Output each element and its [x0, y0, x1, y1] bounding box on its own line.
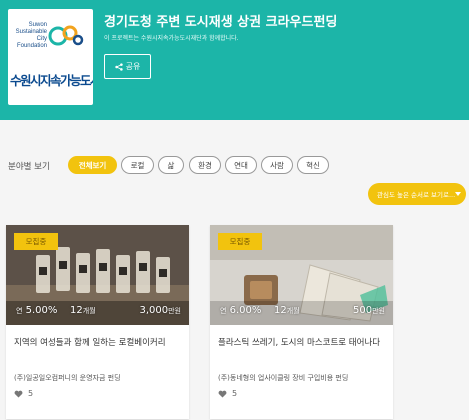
filter-chip-innovation[interactable]: 혁신 — [297, 156, 329, 174]
project-image: 모집중 연 5.00% 12개월 3,000만원 — [6, 225, 189, 325]
chevron-down-icon — [455, 192, 462, 196]
project-card[interactable]: 모집중 연 6.00% 12개월 500만원 플라스틱 쓰레기, 도시의 마스코… — [210, 225, 393, 419]
target-amount: 3,000만원 — [139, 305, 181, 316]
share-icon — [114, 62, 123, 71]
rate-prefix: 연 — [220, 307, 227, 315]
heart-icon — [218, 390, 227, 398]
project-title[interactable]: 플라스틱 쓰레기, 도시의 마스코트로 태어나다 — [218, 336, 383, 350]
interest-rate: 연 5.00% — [16, 305, 57, 316]
filter-chip-all[interactable]: 전체보기 — [68, 156, 117, 174]
project-card[interactable]: 모집중 연 5.00% 12개월 3,000만원 지역의 여성들과 함께 일하는… — [6, 225, 189, 419]
project-subtitle: (주)일공일오컴퍼니의 운영자금 펀딩 — [14, 374, 121, 382]
share-label: 공유 — [125, 62, 141, 71]
filter-chip-solidarity[interactable]: 연대 — [225, 156, 257, 174]
interest-rate: 연 6.00% — [220, 305, 261, 316]
logo-en-line: Sustainable — [15, 29, 47, 35]
filter-label: 분야별 보기 — [8, 162, 50, 172]
rate-prefix: 연 — [16, 307, 23, 315]
logo-en-line: Suwon — [28, 22, 47, 28]
project-stats: 연 6.00% 12개월 500만원 — [210, 301, 393, 325]
logo-english-text: Suwon Sustainable City Foundation — [13, 22, 47, 50]
sort-dropdown-label: 관심도 높은 순서로 보기로... — [377, 191, 456, 199]
foundation-logo: Suwon Sustainable City Foundation 수원시지속가… — [8, 9, 93, 105]
like-button[interactable]: 5 — [14, 389, 33, 398]
term-unit: 개월 — [82, 307, 96, 315]
funding-term: 12개월 — [70, 305, 96, 316]
project-title[interactable]: 지역의 여성들과 함께 일하는 로컬베이커리 — [14, 336, 179, 350]
filter-chip-environment[interactable]: 환경 — [189, 156, 221, 174]
amount-value: 500 — [353, 305, 373, 316]
status-badge: 모집중 — [14, 233, 58, 250]
rate-value: 6.00% — [229, 305, 262, 316]
logo-rings-icon — [48, 25, 84, 46]
status-badge: 모집중 — [218, 233, 262, 250]
project-image: 모집중 연 6.00% 12개월 500만원 — [210, 225, 393, 325]
like-count: 5 — [232, 389, 238, 398]
logo-en-line: City Foundation — [16, 36, 47, 49]
amount-value: 3,000 — [139, 305, 169, 316]
like-count: 5 — [28, 389, 34, 398]
filter-chip-life[interactable]: 삶 — [158, 156, 184, 174]
project-stats: 연 5.00% 12개월 3,000만원 — [6, 301, 189, 325]
heart-icon — [14, 390, 23, 398]
amount-unit: 만원 — [372, 307, 385, 315]
rate-value: 5.00% — [25, 305, 58, 316]
share-button[interactable]: 공유 — [104, 54, 151, 79]
page-title: 경기도청 주변 도시재생 상권 크라우드펀딩 — [104, 15, 338, 30]
filter-chip-local[interactable]: 로컬 — [121, 156, 154, 174]
page-subtitle: 이 프로젝트는 수원시지속가능도시재단과 함께합니다. — [104, 35, 239, 42]
project-subtitle: (주)동네형의 업사이클링 장비 구입비용 펀딩 — [218, 374, 349, 382]
term-value: 12 — [70, 305, 83, 316]
sort-dropdown[interactable]: 관심도 높은 순서로 보기로... — [368, 183, 466, 205]
term-value: 12 — [274, 305, 287, 316]
logo-korean-text: 수원시지속가능도시재단 — [10, 73, 93, 88]
amount-unit: 만원 — [168, 307, 181, 315]
term-unit: 개월 — [286, 307, 300, 315]
target-amount: 500만원 — [353, 305, 385, 316]
filter-chip-people[interactable]: 사람 — [261, 156, 293, 174]
funding-term: 12개월 — [274, 305, 300, 316]
like-button[interactable]: 5 — [218, 389, 237, 398]
project-header: Suwon Sustainable City Foundation 수원시지속가… — [0, 0, 469, 120]
